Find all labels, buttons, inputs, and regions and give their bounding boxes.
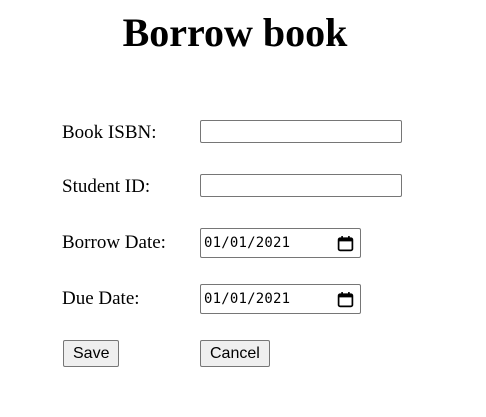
student-id-label: Student ID: bbox=[62, 176, 151, 197]
borrow-date-input[interactable]: 01/01/2021 bbox=[200, 228, 361, 258]
save-button[interactable]: Save bbox=[63, 340, 120, 367]
due-date-label: Due Date: bbox=[62, 288, 140, 309]
student-id-input[interactable] bbox=[200, 174, 402, 197]
calendar-icon[interactable] bbox=[337, 235, 354, 252]
cancel-button[interactable]: Cancel bbox=[200, 340, 270, 367]
student-id-row: Student ID: bbox=[62, 172, 462, 202]
page-title: Borrow book bbox=[122, 10, 348, 55]
isbn-row: Book ISBN: bbox=[62, 118, 462, 148]
due-date-row: Due Date: 01/01/2021 bbox=[62, 284, 462, 314]
borrow-date-value: 01/01/2021 bbox=[204, 235, 291, 251]
borrow-date-row: Borrow Date: 01/01/2021 bbox=[62, 228, 462, 258]
isbn-label: Book ISBN: bbox=[62, 122, 157, 143]
borrow-date-label: Borrow Date: bbox=[62, 232, 166, 253]
due-date-input[interactable]: 01/01/2021 bbox=[200, 284, 361, 314]
isbn-input[interactable] bbox=[200, 120, 402, 143]
due-date-value: 01/01/2021 bbox=[204, 291, 291, 307]
calendar-icon[interactable] bbox=[337, 291, 354, 308]
